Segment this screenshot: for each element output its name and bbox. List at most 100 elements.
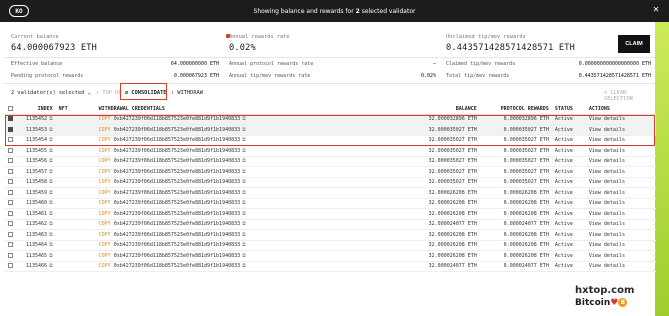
- col-balance[interactable]: BALANCE: [425, 104, 480, 115]
- copy-button[interactable]: COPY: [99, 242, 111, 248]
- col-protocol-rewards[interactable]: PROTOCOL REWARDS: [479, 104, 552, 115]
- external-link-icon[interactable]: ⧉: [49, 158, 53, 164]
- row-checkbox[interactable]: [8, 221, 13, 227]
- select-all-checkbox[interactable]: [8, 105, 13, 111]
- external-link-icon[interactable]: ⧉: [49, 242, 53, 248]
- col-status[interactable]: STATUS: [551, 104, 586, 115]
- col-nft[interactable]: NFT: [55, 104, 96, 115]
- validator-index[interactable]: 1135455 ⧉: [23, 145, 56, 157]
- validator-index[interactable]: 1135458 ⧉: [23, 177, 56, 188]
- table-row[interactable]: 1135459 ⧉ COPY 0xb427239f06d118b857523e0fe8…: [5, 187, 656, 199]
- external-link-icon[interactable]: ⧉: [242, 148, 246, 154]
- validator-index[interactable]: 1135459 ⧉: [23, 187, 56, 199]
- row-checkbox[interactable]: [8, 189, 13, 195]
- view-details-link[interactable]: View details: [585, 250, 656, 262]
- external-link-icon[interactable]: ⧉: [242, 179, 246, 185]
- table-row[interactable]: 1135462 ⧉ COPY 0xb427239f06d118b857523e0fe8…: [5, 219, 656, 230]
- row-checkbox[interactable]: [8, 158, 13, 164]
- row-checkbox[interactable]: [8, 210, 13, 216]
- row-checkbox[interactable]: [8, 179, 13, 185]
- copy-button[interactable]: COPY: [99, 158, 111, 164]
- row-checkbox[interactable]: [8, 147, 13, 153]
- table-row[interactable]: 1135457 ⧉ COPY 0xb427239f06d118b857523e0fe8…: [5, 166, 656, 178]
- view-details-link[interactable]: View details: [585, 198, 656, 209]
- copy-button[interactable]: COPY: [99, 263, 111, 269]
- external-link-icon[interactable]: ⧉: [242, 211, 246, 217]
- validator-index[interactable]: 1135463 ⧉: [23, 229, 56, 241]
- table-row[interactable]: 1135464 ⧉ COPY 0xb427239f06d118b857523e0fe8…: [5, 240, 656, 251]
- row-checkbox[interactable]: [8, 263, 13, 269]
- col-index[interactable]: INDEX: [23, 104, 56, 115]
- external-link-icon[interactable]: ⧉: [49, 200, 53, 206]
- annual-protocol-rate: Annual protocol rewards rate –: [229, 61, 436, 67]
- validator-index[interactable]: 1135464 ⧉: [23, 240, 56, 251]
- table-row[interactable]: 1135460 ⧉ COPY 0xb427239f06d118b857523e0fe8…: [5, 198, 656, 209]
- view-details-link[interactable]: View details: [585, 187, 656, 199]
- view-details-link[interactable]: View details: [585, 177, 656, 188]
- top-up-button[interactable]: ↑ TOP UP: [96, 90, 122, 96]
- validator-index[interactable]: 1135462 ⧉: [23, 219, 56, 230]
- selection-dropdown[interactable]: 2 validator(s) selected ⌄: [11, 90, 91, 96]
- external-link-icon[interactable]: ⧉: [242, 221, 246, 227]
- validator-index[interactable]: 1135461 ⧉: [23, 208, 56, 220]
- copy-button[interactable]: COPY: [99, 253, 111, 259]
- external-link-icon[interactable]: ⧉: [49, 190, 53, 196]
- view-details-link[interactable]: View details: [585, 166, 656, 178]
- validator-index[interactable]: 1135465 ⧉: [23, 250, 56, 262]
- view-details-link[interactable]: View details: [585, 261, 656, 272]
- external-link-icon[interactable]: ⧉: [49, 169, 53, 175]
- external-link-icon[interactable]: ⧉: [242, 263, 246, 269]
- close-icon[interactable]: ✕: [653, 4, 659, 15]
- copy-button[interactable]: COPY: [99, 200, 111, 206]
- table-row[interactable]: 1135456 ⧉ COPY 0xb427239f06d118b857523e0fe8…: [5, 156, 656, 167]
- external-link-icon[interactable]: ⧉: [242, 190, 246, 196]
- external-link-icon[interactable]: ⧉: [242, 169, 246, 175]
- table-row[interactable]: 1135463 ⧉ COPY 0xb427239f06d118b857523e0fe8…: [5, 229, 656, 241]
- external-link-icon[interactable]: ⧉: [242, 158, 246, 164]
- clear-selection-button[interactable]: ✕ CLEAR SELECTION: [604, 90, 655, 102]
- copy-button[interactable]: COPY: [99, 169, 111, 175]
- validator-index[interactable]: 1135456 ⧉: [23, 156, 56, 167]
- row-checkbox[interactable]: [8, 252, 13, 258]
- copy-button[interactable]: COPY: [99, 211, 111, 217]
- external-link-icon[interactable]: ⧉: [49, 148, 53, 154]
- col-credentials[interactable]: WITHDRAWAL CREDENTIALS: [95, 104, 426, 115]
- view-details-link[interactable]: View details: [585, 156, 656, 167]
- validator-index[interactable]: 1135457 ⧉: [23, 166, 56, 178]
- table-row[interactable]: 1135458 ⧉ COPY 0xb427239f06d118b857523e0fe8…: [5, 177, 656, 188]
- copy-button[interactable]: COPY: [99, 221, 111, 227]
- external-link-icon[interactable]: ⧉: [49, 221, 53, 227]
- external-link-icon[interactable]: ⧉: [242, 253, 246, 259]
- copy-button[interactable]: COPY: [99, 232, 111, 238]
- external-link-icon[interactable]: ⧉: [49, 232, 53, 238]
- table-row[interactable]: 1135461 ⧉ COPY 0xb427239f06d118b857523e0fe8…: [5, 208, 656, 220]
- validator-index[interactable]: 1135466 ⧉: [23, 261, 56, 272]
- view-details-link[interactable]: View details: [585, 219, 656, 230]
- balance-cell: 32.000026208 ETH: [425, 229, 480, 241]
- external-link-icon[interactable]: ⧉: [49, 263, 53, 269]
- row-checkbox[interactable]: [8, 231, 13, 237]
- table-row[interactable]: 1135465 ⧉ COPY 0xb427239f06d118b857523e0fe8…: [5, 250, 656, 262]
- row-checkbox[interactable]: [8, 200, 13, 206]
- view-details-link[interactable]: View details: [585, 229, 656, 241]
- external-link-icon[interactable]: ⧉: [49, 253, 53, 259]
- row-checkbox[interactable]: [8, 242, 13, 248]
- row-checkbox[interactable]: [8, 168, 13, 174]
- external-link-icon[interactable]: ⧉: [49, 211, 53, 217]
- claim-button[interactable]: CLAIM: [618, 35, 650, 53]
- copy-button[interactable]: COPY: [99, 190, 111, 196]
- external-link-icon[interactable]: ⧉: [242, 232, 246, 238]
- view-details-link[interactable]: View details: [585, 240, 656, 251]
- view-details-link[interactable]: View details: [585, 145, 656, 157]
- copy-button[interactable]: COPY: [99, 179, 111, 185]
- withdraw-button[interactable]: ⇩ WITHDRAW: [171, 90, 203, 96]
- table-row[interactable]: 1135455 ⧉ COPY 0xb427239f06d118b857523e0fe8…: [5, 145, 656, 157]
- external-link-icon[interactable]: ⧉: [242, 200, 246, 206]
- app-logo[interactable]: KO: [9, 5, 29, 17]
- validator-index[interactable]: 1135460 ⧉: [23, 198, 56, 209]
- external-link-icon[interactable]: ⧉: [242, 242, 246, 248]
- view-details-link[interactable]: View details: [585, 208, 656, 220]
- external-link-icon[interactable]: ⧉: [49, 179, 53, 185]
- table-row[interactable]: 1135466 ⧉ COPY 0xb427239f06d118b857523e0fe8…: [5, 261, 656, 272]
- copy-button[interactable]: COPY: [99, 148, 111, 154]
